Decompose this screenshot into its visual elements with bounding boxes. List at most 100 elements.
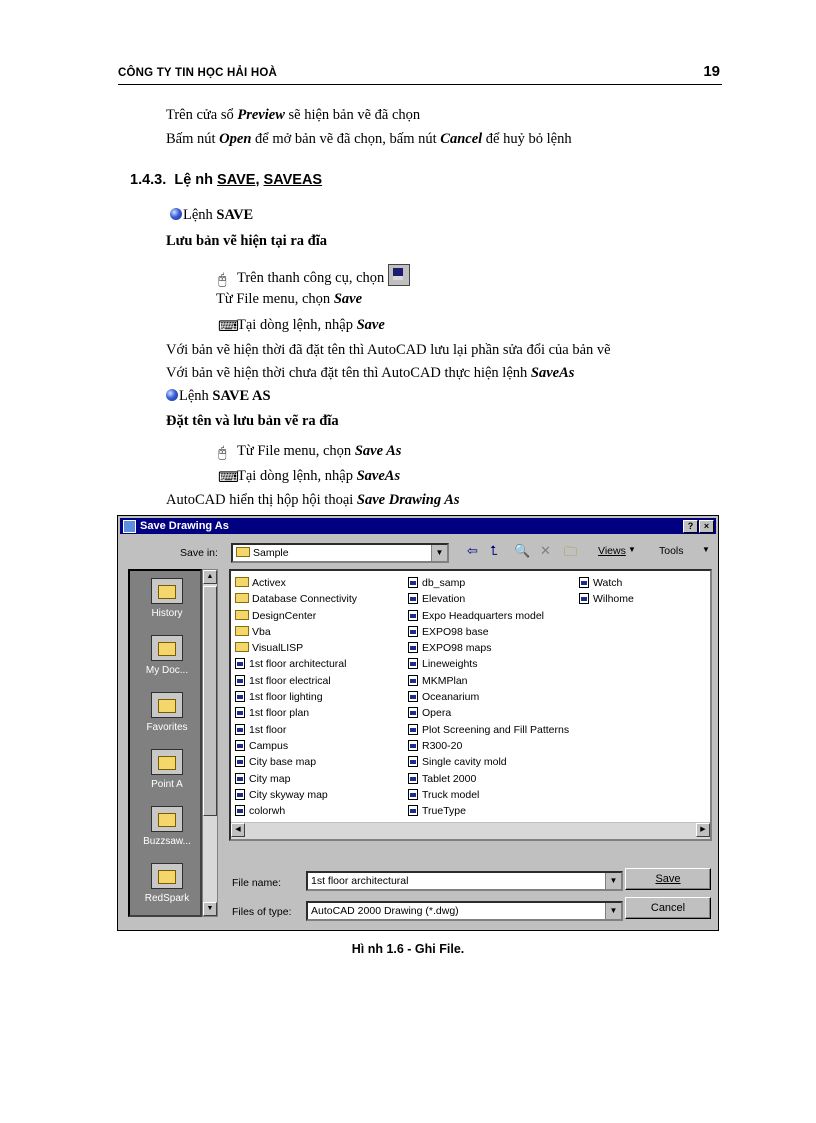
saveas-cmd-line: ⌨Tại dòng lệnh, nhập SaveAs (218, 468, 401, 486)
list-item[interactable]: City base map (235, 754, 357, 770)
folder-icon (235, 593, 249, 604)
list-item[interactable]: City map (235, 771, 357, 787)
save-drawing-as-dialog: Save Drawing As ? × Save in: Sample ▼ ⇦ … (117, 515, 719, 931)
list-item[interactable]: 1st floor architectural (235, 656, 357, 672)
list-item[interactable]: Activex (235, 575, 357, 591)
folder-icon (235, 609, 249, 620)
list-item[interactable]: Opera (408, 705, 569, 721)
list-item[interactable]: VisualLISP (235, 640, 357, 656)
saveas-dialog-line: AutoCAD hiển thị hộp hội thoại Save Draw… (166, 492, 460, 508)
list-item[interactable]: Single cavity mold (408, 754, 569, 770)
scroll-thumb[interactable] (203, 586, 217, 816)
dialog-titlebar: Save Drawing As ? × (120, 518, 716, 534)
folder-icon (235, 642, 249, 653)
list-item[interactable]: Tablet 2000 (408, 771, 569, 787)
list-item[interactable]: colorwh (235, 803, 357, 819)
save-button[interactable]: Save (625, 868, 711, 890)
file-list[interactable]: Activex Database Connectivity DesignCenter… (229, 569, 712, 841)
place-point-a[interactable]: Point A (130, 749, 200, 790)
list-item[interactable]: db_samp (408, 575, 569, 591)
mouse-pointer-icon: 🖰 (218, 445, 227, 461)
list-item[interactable]: Expo Headquarters model (408, 608, 569, 624)
place-history[interactable]: History (130, 578, 200, 619)
place-redspark[interactable]: RedSpark (130, 863, 200, 904)
list-item[interactable]: R300-20 (408, 738, 569, 754)
new-folder-icon[interactable]: 🗀 (564, 543, 577, 565)
list-item[interactable]: Campus (235, 738, 357, 754)
up-folder-icon[interactable]: ⮤ (490, 543, 498, 559)
places-scrollbar[interactable]: ▲ ▼ (202, 569, 218, 917)
list-item[interactable]: EXPO98 base (408, 624, 569, 640)
place-my-documents[interactable]: My Doc... (130, 635, 200, 676)
list-item[interactable]: Oceanarium (408, 689, 569, 705)
close-button[interactable]: × (699, 520, 714, 533)
file-name-input[interactable]: 1st floor architectural ▼ (306, 871, 623, 891)
folder-icon (235, 625, 249, 636)
list-item[interactable]: TrueType (408, 803, 569, 819)
scroll-up-icon[interactable]: ▲ (203, 570, 217, 584)
delete-icon[interactable]: ✕ (540, 543, 551, 559)
file-column-2: db_samp Elevation Expo Headquarters model E… (408, 575, 569, 819)
list-item[interactable]: 1st floor (235, 722, 357, 738)
list-item[interactable]: Elevation (408, 591, 569, 607)
chevron-down-icon[interactable]: ▼ (431, 545, 447, 561)
file-list-hscrollbar[interactable]: ◀ ▶ (231, 822, 710, 839)
file-type-label: Files of type: (232, 906, 292, 918)
scroll-down-icon[interactable]: ▼ (203, 902, 217, 916)
drawing-file-icon (408, 642, 418, 654)
place-buzzsaw[interactable]: Buzzsaw... (130, 806, 200, 847)
list-item[interactable]: Lineweights (408, 656, 569, 672)
views-chevron-icon[interactable]: ▼ (628, 545, 636, 554)
tools-chevron-icon[interactable]: ▼ (702, 545, 710, 554)
list-item[interactable]: Database Connectivity (235, 591, 357, 607)
drawing-file-icon (235, 723, 245, 735)
drawing-file-icon (235, 805, 245, 817)
section-heading: 1.4.3. Lệ nh SAVE, SAVEAS (130, 172, 323, 188)
list-item[interactable]: Plot Screening and Fill Patterns (408, 722, 569, 738)
list-item[interactable]: Vba (235, 624, 357, 640)
list-item[interactable]: Truck model (408, 787, 569, 803)
drawing-file-icon (408, 723, 418, 735)
save-cmd-line: ⌨Tại dòng lệnh, nhập Save (218, 317, 385, 335)
list-item[interactable]: MKMPlan (408, 673, 569, 689)
list-item[interactable]: 1st floor electrical (235, 673, 357, 689)
list-item[interactable]: City skyway map (235, 787, 357, 803)
list-item[interactable]: Watch (579, 575, 634, 591)
drawing-file-icon (408, 658, 418, 670)
intro-line-1: Trên cửa sổ Preview sẽ hiện bản vẽ đã ch… (166, 107, 421, 123)
cancel-button[interactable]: Cancel (625, 897, 711, 919)
drawing-file-icon (579, 593, 589, 605)
places-bar: History My Doc... Favorites Point A Buzz… (128, 569, 202, 917)
file-column-1: Activex Database Connectivity DesignCenter… (235, 575, 357, 819)
tools-menu[interactable]: Tools (659, 545, 684, 557)
file-name-label: File name: (232, 877, 282, 889)
file-type-select[interactable]: AutoCAD 2000 Drawing (*.dwg) ▼ (306, 901, 623, 921)
intro-line-2: Bấm nút Open để mở bản vẽ đã chọn, bấm n… (166, 131, 572, 147)
scroll-right-icon[interactable]: ▶ (696, 823, 710, 837)
views-menu[interactable]: Views (598, 545, 626, 557)
help-button[interactable]: ? (683, 520, 698, 533)
keyboard-icon: ⌨ (218, 470, 239, 486)
my-documents-icon (151, 635, 183, 661)
save-in-select[interactable]: Sample ▼ (231, 543, 449, 563)
figure-caption: Hì nh 1.6 - Ghi File. (351, 942, 465, 956)
list-item[interactable]: 1st floor lighting (235, 689, 357, 705)
list-item[interactable]: 1st floor plan (235, 705, 357, 721)
search-web-icon[interactable]: 🔍 (514, 543, 530, 559)
list-item[interactable]: EXPO98 maps (408, 640, 569, 656)
scroll-left-icon[interactable]: ◀ (231, 823, 245, 837)
drawing-file-icon (408, 625, 418, 637)
chevron-down-icon[interactable]: ▼ (605, 873, 621, 889)
save-note-1: Với bản vẽ hiện thời đã đặt tên thì Auto… (166, 342, 611, 358)
list-item[interactable]: Wilhome (579, 591, 634, 607)
back-icon[interactable]: ⇦ (467, 543, 478, 559)
saveas-subhead: Đặt tên và lưu bản vẽ ra đĩa (166, 413, 339, 429)
saveas-menu-line: 🖰 Từ File menu, chọn Save As (218, 443, 402, 461)
drawing-file-icon (408, 805, 418, 817)
chevron-down-icon[interactable]: ▼ (605, 903, 621, 919)
drawing-file-icon (235, 691, 245, 703)
place-favorites[interactable]: Favorites (130, 692, 200, 733)
drawing-file-icon (235, 788, 245, 800)
list-item[interactable]: DesignCenter (235, 608, 357, 624)
drawing-file-icon (408, 609, 418, 621)
